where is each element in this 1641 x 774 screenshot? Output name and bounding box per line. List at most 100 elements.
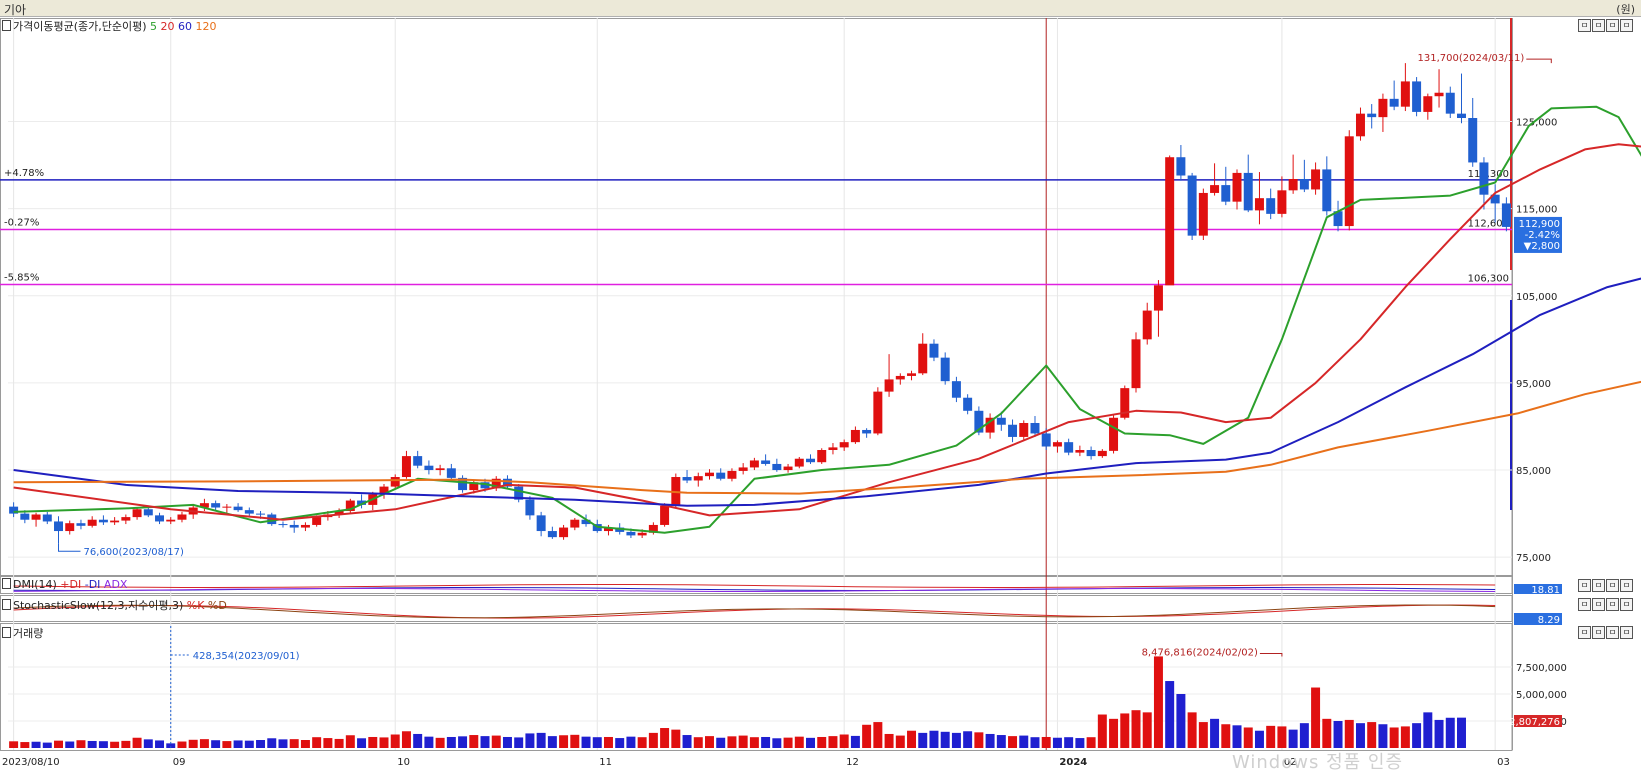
volume-bar bbox=[446, 736, 456, 748]
panel-button-icon[interactable]: ㅁ bbox=[1578, 19, 1591, 32]
volume-bar bbox=[1434, 719, 1444, 748]
volume-bar bbox=[211, 740, 221, 748]
current-change: ▼2,800 bbox=[1524, 241, 1560, 252]
candle-body bbox=[1423, 96, 1433, 112]
panel-toggle-icon[interactable] bbox=[2, 578, 11, 589]
panel-button-icon[interactable]: ㅁ bbox=[1606, 19, 1619, 32]
volume-bar bbox=[581, 736, 591, 748]
volume-bar bbox=[1086, 737, 1096, 748]
candle-body bbox=[895, 375, 905, 380]
candle-body bbox=[446, 468, 456, 478]
candle-body bbox=[65, 523, 75, 532]
panel-button-icon[interactable]: ㅁ bbox=[1592, 19, 1605, 32]
candle-body bbox=[940, 357, 950, 382]
volume-bar bbox=[357, 738, 367, 748]
candle-body bbox=[31, 514, 41, 520]
candle-body bbox=[547, 531, 557, 538]
volume-bar bbox=[940, 731, 950, 748]
candle-body bbox=[963, 397, 973, 411]
candle-body bbox=[907, 373, 917, 376]
volume-bar bbox=[480, 736, 490, 748]
candle-body bbox=[1064, 442, 1074, 453]
candle-body bbox=[132, 509, 142, 518]
candle-body bbox=[1389, 98, 1399, 107]
ma20-legend: 20 bbox=[160, 20, 175, 33]
panel-button-icon[interactable]: ㅁ bbox=[1578, 579, 1591, 592]
stock-chart[interactable]: 75,00085,00095,000105,000115,000125,0002… bbox=[0, 0, 1641, 773]
panel-button-icon[interactable]: ㅁ bbox=[1592, 598, 1605, 611]
candle-body bbox=[536, 515, 546, 532]
volume-bar bbox=[1187, 712, 1197, 748]
candle-body bbox=[862, 429, 872, 434]
volume-bar bbox=[1041, 736, 1051, 748]
candle-body bbox=[918, 343, 928, 374]
panel-button-icon[interactable]: ㅁ bbox=[1606, 598, 1619, 611]
panel-toggle-icon[interactable] bbox=[2, 20, 11, 31]
volume-bar bbox=[1142, 712, 1152, 748]
volume-bar bbox=[862, 724, 872, 748]
candle-body bbox=[1322, 169, 1332, 212]
reference-price-label: 106,300 bbox=[1468, 273, 1509, 284]
volume-bar bbox=[1322, 718, 1332, 748]
panel-button-icon[interactable]: ㅁ bbox=[1606, 626, 1619, 639]
volume-bar bbox=[648, 732, 658, 748]
price-tick-label: 85,000 bbox=[1516, 466, 1551, 477]
volume-bar bbox=[20, 742, 30, 748]
candle-body bbox=[1277, 190, 1287, 214]
volume-bar bbox=[1131, 710, 1141, 748]
volume-bar bbox=[9, 741, 19, 748]
volume-bar bbox=[188, 739, 198, 748]
volume-bar bbox=[1030, 737, 1040, 748]
volume-bar bbox=[895, 735, 905, 748]
current-change-pct: -2.42% bbox=[1525, 230, 1560, 241]
panel-toggle-icon[interactable] bbox=[2, 627, 11, 638]
volume-bar bbox=[828, 736, 838, 748]
panel-button-icon[interactable]: ㅁ bbox=[1578, 598, 1591, 611]
panel-button-icon[interactable]: ㅁ bbox=[1620, 598, 1633, 611]
candle-body bbox=[794, 458, 804, 467]
volume-tick-label: 5,000,000 bbox=[1516, 690, 1567, 701]
candle-body bbox=[716, 472, 726, 479]
candle-body bbox=[1243, 172, 1253, 211]
panel-toggle-icon[interactable] bbox=[2, 599, 11, 610]
ma5-line bbox=[13, 105, 1641, 534]
high-annotation: 131,700(2024/03/11) bbox=[1417, 53, 1524, 64]
panel-button-icon[interactable]: ㅁ bbox=[1578, 626, 1591, 639]
panel-button-icon[interactable]: ㅁ bbox=[1606, 579, 1619, 592]
panel-button-icon[interactable]: ㅁ bbox=[1620, 579, 1633, 592]
volume-bar bbox=[1198, 722, 1208, 748]
candle-body bbox=[1097, 450, 1107, 457]
panel-button-icon[interactable]: ㅁ bbox=[1592, 626, 1605, 639]
volume-bar bbox=[1378, 724, 1388, 748]
candle-body bbox=[783, 466, 793, 471]
candle-body bbox=[1019, 422, 1029, 437]
volume-bar bbox=[424, 736, 434, 748]
volume-bar bbox=[1277, 726, 1287, 748]
volume-bar bbox=[334, 738, 344, 748]
candle-body bbox=[817, 450, 827, 463]
volume-current-label: 2,807,276 bbox=[1509, 717, 1560, 728]
candle-body bbox=[76, 523, 86, 526]
reference-pct-label: -5.85% bbox=[4, 272, 39, 283]
candle-body bbox=[1153, 285, 1163, 311]
volume-bar bbox=[794, 736, 804, 748]
ma120-line bbox=[13, 380, 1641, 495]
volume-bar bbox=[682, 735, 692, 748]
candle-body bbox=[693, 476, 703, 481]
candle-body bbox=[87, 519, 97, 526]
candle-body bbox=[1434, 92, 1444, 97]
candle-body bbox=[1344, 136, 1354, 227]
volume-bar bbox=[761, 736, 771, 748]
panel-button-icon[interactable]: ㅁ bbox=[1620, 19, 1633, 32]
panel-button-icon[interactable]: ㅁ bbox=[1592, 579, 1605, 592]
panel-button-icon[interactable]: ㅁ bbox=[1620, 626, 1633, 639]
volume-bar bbox=[256, 740, 266, 748]
volume-bar bbox=[626, 736, 636, 748]
volume-bar bbox=[693, 737, 703, 748]
reference-pct-label: +4.78% bbox=[4, 168, 44, 179]
volume-bar bbox=[884, 733, 894, 748]
candle-body bbox=[1041, 433, 1051, 447]
candle-body bbox=[1109, 417, 1119, 451]
candle-body bbox=[772, 463, 782, 471]
candle-body bbox=[256, 513, 266, 515]
